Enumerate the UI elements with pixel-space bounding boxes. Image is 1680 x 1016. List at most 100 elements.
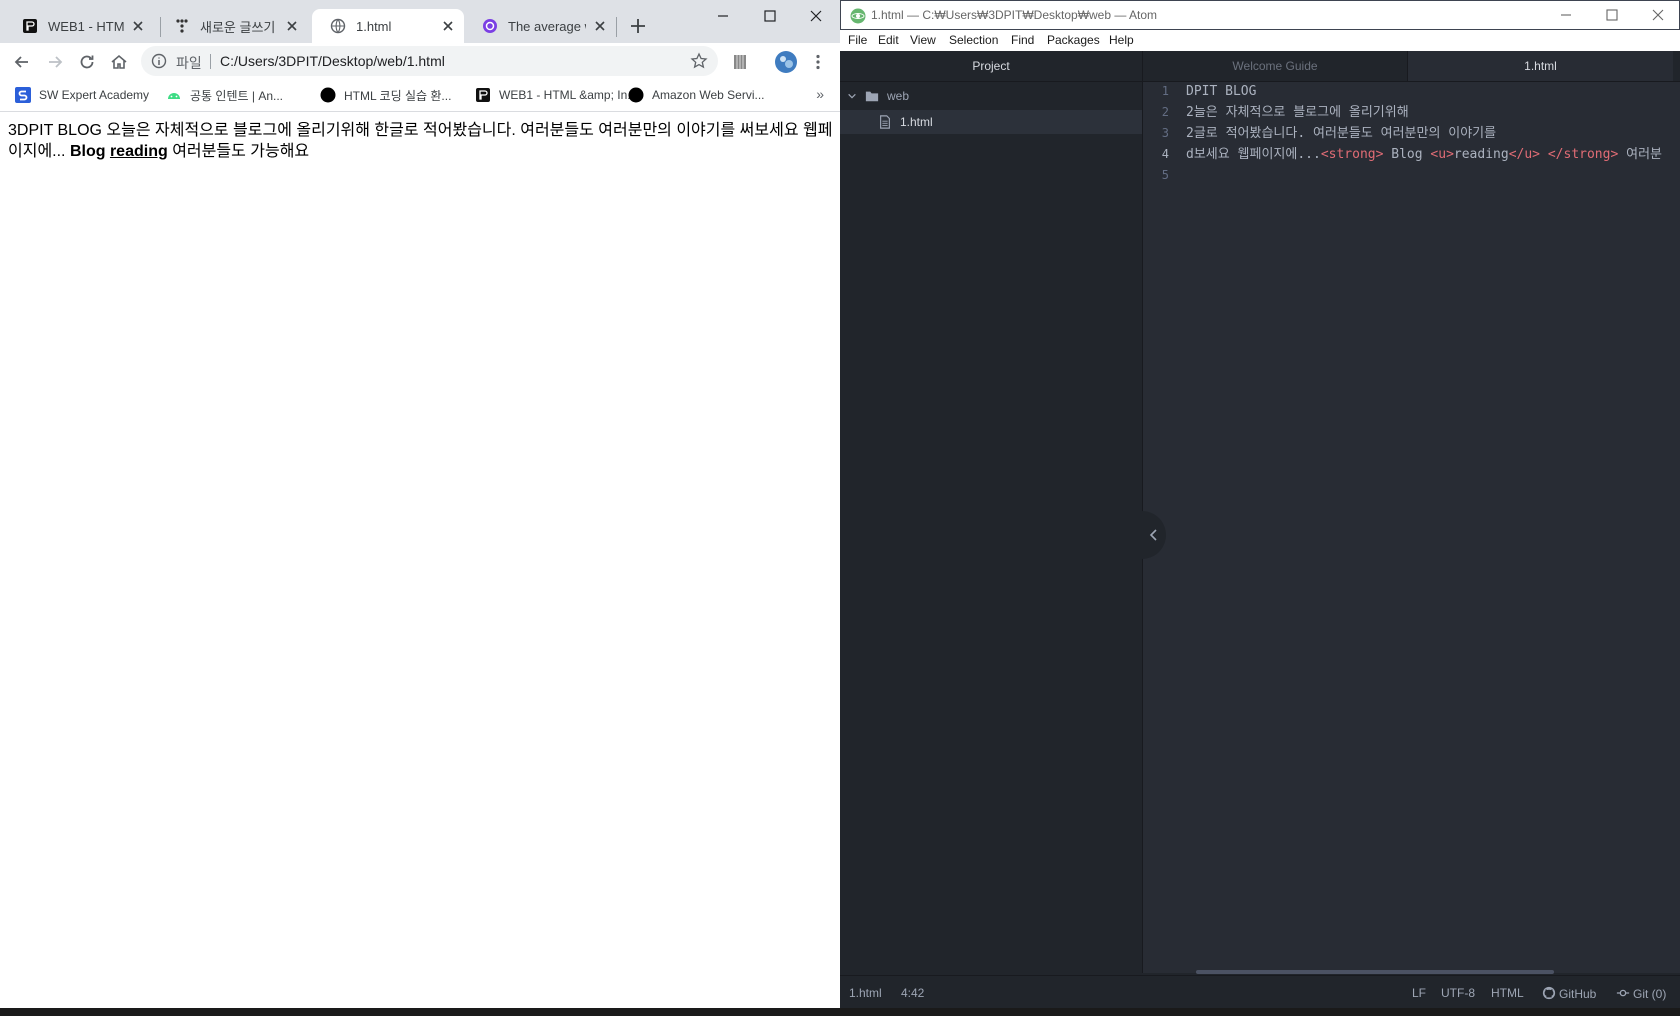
bookmark-label: 공통 인텐트 | An... (190, 88, 283, 103)
extension-icon[interactable] (730, 52, 750, 72)
atom-window: 1.html — C:₩Users₩3DPIT₩Desktop₩web — At… (840, 0, 1680, 1009)
sw-icon (483, 19, 497, 33)
bookmark-android[interactable]: 공통 인텐트 | An... (166, 85, 283, 105)
code-line-1: DPIT BLOG (1186, 84, 1257, 99)
git-commit-icon (1616, 989, 1630, 997)
bookmark-web1[interactable]: WEB1 - HTML &amp; In... (475, 85, 637, 105)
circle-icon (320, 87, 336, 103)
code-line-3: 2글로 적어봤습니다. 여러분들도 여러분만의 이야기를 (1186, 126, 1497, 141)
tistory-icon (176, 19, 188, 33)
horizontal-scrollbar[interactable] (1196, 970, 1554, 974)
tab-1-html-editor[interactable]: 1.html (1408, 51, 1673, 81)
bookmark-label: HTML 코딩 실습 환... (344, 88, 452, 103)
atom-window-title: 1.html — C:₩Users₩3DPIT₩Desktop₩web — At… (871, 8, 1158, 22)
file-icon (880, 115, 890, 129)
menu-edit[interactable]: Edit (878, 33, 899, 47)
status-git[interactable]: Git (0) (1616, 986, 1666, 1001)
page-strong-text: Blog (69, 143, 106, 160)
code-text: Blog (1383, 147, 1431, 162)
line-number: 5 (1161, 168, 1169, 182)
close-tab-icon[interactable] (440, 18, 456, 34)
address-divider (210, 54, 211, 69)
status-github[interactable]: GitHub (1542, 986, 1596, 1001)
line-number: 2 (1161, 105, 1169, 119)
tab-strip: WEB1 - HTML &amp; 새로운 글쓰기 1.html The ave… (0, 0, 840, 43)
status-bar: 1.html 4:42 LF UTF-8 HTML GitHub Git (0) (840, 975, 1680, 1009)
code-tag: <u> (1430, 147, 1454, 162)
maximize-icon[interactable] (760, 6, 780, 26)
status-line-ending[interactable]: LF (1412, 986, 1426, 1000)
home-icon[interactable] (109, 52, 129, 72)
address-bar[interactable]: 파일 C:/Users/3DPIT/Desktop/web/1.html (141, 46, 718, 76)
minimize-icon[interactable] (1556, 5, 1576, 25)
reload-icon[interactable] (77, 52, 97, 72)
atom-workspace: Project web 1.html Welcome Guide 1.html … (840, 51, 1680, 1008)
status-encoding[interactable]: UTF-8 (1441, 986, 1475, 1000)
code-text: d보세요 웹페이지에... (1186, 147, 1321, 162)
tree-folder-web[interactable]: web (847, 84, 909, 108)
tree-view-title[interactable]: Project (840, 51, 1142, 82)
close-window-icon[interactable] (806, 6, 826, 26)
menu-packages[interactable]: Packages (1047, 33, 1100, 47)
status-git-label: Git (0) (1633, 987, 1667, 1001)
info-icon[interactable] (151, 53, 167, 69)
status-github-label: GitHub (1559, 987, 1597, 1001)
bookmark-star-icon[interactable] (690, 52, 708, 70)
menu-dots-icon[interactable] (808, 52, 828, 72)
code-text: 여러분 (1618, 147, 1663, 162)
close-tab-icon[interactable] (592, 18, 608, 34)
atom-logo-icon (850, 8, 866, 24)
tab-title: 1.html (356, 18, 392, 34)
status-grammar[interactable]: HTML (1491, 986, 1524, 1000)
bookmark-label: Amazon Web Servi... (652, 88, 765, 102)
code-area[interactable]: DPIT BLOG 2늘은 자체적으로 블로그에 올리기위해 2글로 적어봤습니… (1186, 81, 1680, 186)
page-text-after: 여러분들도 가능해요 (172, 143, 310, 160)
line-number-gutter: 1 2 3 4 5 (1143, 81, 1183, 186)
menu-file[interactable]: File (848, 33, 867, 47)
close-tab-icon[interactable] (130, 18, 146, 34)
tab-separator (616, 17, 617, 37)
tree-file-1-html[interactable]: 1.html (840, 110, 1142, 134)
status-file-path[interactable]: 1.html (849, 986, 882, 1000)
tab-average[interactable]: The average we (464, 9, 616, 43)
line-number: 1 (1161, 84, 1169, 98)
code-tag: <strong> (1320, 147, 1384, 162)
minimize-icon[interactable] (713, 6, 733, 26)
code-text: reading (1453, 147, 1509, 162)
bookmarks-more-button[interactable]: » (816, 86, 824, 102)
swea-icon (15, 87, 31, 103)
tree-collapse-button[interactable] (1142, 511, 1166, 559)
bookmarks-bar: SW Expert Academy 공통 인텐트 | An... HTML 코딩… (0, 80, 840, 112)
url-text[interactable]: C:/Users/3DPIT/Desktop/web/1.html (220, 53, 445, 69)
scheme-label: 파일 (176, 55, 202, 71)
taskbar (0, 1008, 1680, 1016)
avatar[interactable] (774, 50, 798, 74)
menu-find[interactable]: Find (1011, 33, 1034, 47)
forward-icon[interactable] (45, 52, 65, 72)
close-window-icon[interactable] (1648, 5, 1668, 25)
menu-selection[interactable]: Selection (949, 33, 998, 47)
page-underline-text: reading (109, 143, 168, 160)
chevron-left-icon (1149, 529, 1157, 541)
back-icon[interactable] (12, 52, 32, 72)
maximize-icon[interactable] (1602, 5, 1622, 25)
new-tab-icon[interactable] (628, 16, 648, 36)
tab-web1[interactable]: WEB1 - HTML &amp; (4, 9, 154, 43)
close-tab-icon[interactable] (284, 18, 300, 34)
bookmark-html-practice[interactable]: HTML 코딩 실습 환... (320, 85, 451, 105)
tab-welcome-guide[interactable]: Welcome Guide (1143, 51, 1408, 81)
atom-menu-bar: File Edit View Selection Find Packages H… (840, 30, 1680, 51)
menu-help[interactable]: Help (1109, 33, 1134, 47)
status-cursor-position[interactable]: 4:42 (901, 986, 924, 1000)
bookmark-label: WEB1 - HTML &amp; In... (499, 88, 638, 102)
browser-toolbar: 파일 C:/Users/3DPIT/Desktop/web/1.html (0, 43, 840, 80)
folder-label: web (887, 89, 910, 103)
line-number: 4 (1161, 147, 1169, 161)
bookmark-swea[interactable]: SW Expert Academy (15, 85, 149, 105)
menu-view[interactable]: View (910, 33, 936, 47)
tab-1-html[interactable]: 1.html (312, 9, 464, 43)
bookmark-aws[interactable]: Amazon Web Servi... (628, 85, 765, 105)
tab-new-post[interactable]: 새로운 글쓰기 (156, 9, 308, 43)
